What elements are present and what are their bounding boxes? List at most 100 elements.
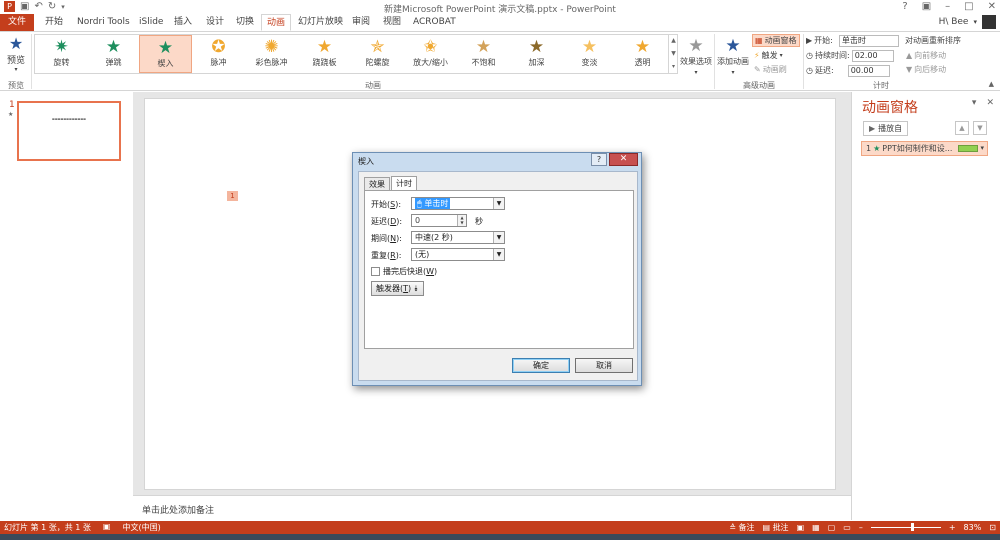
effect-wedge[interactable]: ★ 楔入 <box>139 35 192 73</box>
animation-order-tag[interactable]: 1 <box>227 191 238 201</box>
tab-review[interactable]: 审阅 <box>347 14 375 31</box>
timing-panel: 开始(S): 🖱 单击时 ▼ 延迟(D): 0 ▲ ▼ 秒 期间(N): 中速(2… <box>364 190 634 349</box>
delay-input[interactable]: 00.00 <box>847 64 890 77</box>
chevron-down-icon: ▼ <box>493 198 504 209</box>
tab-islide[interactable]: iSlide <box>134 14 168 31</box>
start-select[interactable]: 单击时 <box>838 34 899 47</box>
timing-delay-row: ◷ 延迟: 00.00 <box>806 64 890 77</box>
language-indicator[interactable]: 中文(中国) <box>122 522 160 533</box>
tab-slideshow[interactable]: 幻灯片放映 <box>293 14 348 31</box>
gallery-scrollbar[interactable]: ▲ ▼ ▾ <box>668 34 678 74</box>
effect-darken[interactable]: ★ 加深 <box>510 35 563 73</box>
reading-view-icon[interactable]: ▢ <box>828 523 836 532</box>
zoom-level[interactable]: 83% <box>964 523 982 532</box>
cancel-button[interactable]: 取消 <box>575 358 633 373</box>
slide-thumbnail[interactable]: ▬▬▬▬▬▬▬▬▬▬▬▬ <box>17 101 121 161</box>
scroll-up-icon[interactable]: ▲ <box>669 34 678 47</box>
effect-color-pulse[interactable]: ✺ 彩色脉冲 <box>245 35 298 73</box>
close-icon[interactable]: ✕ <box>988 1 996 12</box>
tab-design[interactable]: 设计 <box>201 14 229 31</box>
effect-teeter[interactable]: ★ 跷跷板 <box>298 35 351 73</box>
ok-button[interactable]: 确定 <box>512 358 570 373</box>
chevron-down-icon[interactable]: ▾ <box>980 142 984 155</box>
animation-painter-label: 动画刷 <box>762 65 787 74</box>
zoom-slider[interactable] <box>870 523 941 531</box>
effect-grow-shrink[interactable]: ✬ 放大/缩小 <box>404 35 457 73</box>
notes-pane[interactable]: 单击此处添加备注 <box>133 495 851 521</box>
effect-options-button[interactable]: ★ 效果选项 ▾ <box>679 35 713 76</box>
move-later-button[interactable]: ▼ 向后移动 <box>906 63 946 76</box>
effect-label: 跷跷板 <box>312 58 337 67</box>
tab-home[interactable]: 开始 <box>40 14 68 31</box>
add-animation-label: 添加动画 <box>717 57 749 66</box>
effect-bounce[interactable]: ★ 弹跳 <box>87 35 140 73</box>
collapse-ribbon-icon[interactable]: ▲ <box>989 80 994 88</box>
tab-nordri-tools[interactable]: Nordri Tools <box>72 14 135 31</box>
dialog-close-button[interactable]: ✕ <box>609 153 638 166</box>
bounce-icon: ★ <box>105 37 122 57</box>
period-select[interactable]: 中速(2 秒) ▼ <box>411 231 505 244</box>
fit-to-window-icon[interactable]: ⊡ <box>989 523 996 532</box>
gallery-more-icon[interactable]: ▾ <box>669 60 678 73</box>
arrow-down-icon: ▼ <box>977 124 983 132</box>
effect-transparency[interactable]: ★ 透明 <box>616 35 669 73</box>
checkbox-box[interactable] <box>371 267 380 276</box>
tab-transitions[interactable]: 切换 <box>231 14 259 31</box>
slideshow-view-icon[interactable]: ▭ <box>843 523 851 532</box>
close-icon[interactable]: ✕ <box>986 98 994 108</box>
delay-spinner[interactable]: 0 ▲ ▼ <box>411 214 467 227</box>
trigger-button[interactable]: ⚡ 触发 ▾ <box>754 49 783 62</box>
ribbon-display-icon[interactable]: ▣ <box>922 1 931 12</box>
effect-gyro[interactable]: ✯ 陀螺旋 <box>351 35 404 73</box>
maximize-icon[interactable]: □ <box>964 1 973 12</box>
tab-acrobat[interactable]: ACROBAT <box>408 14 461 31</box>
move-earlier-label: 向前移动 <box>914 51 947 60</box>
play-label: 播放自 <box>878 124 903 133</box>
chevron-down-icon[interactable]: ▾ <box>972 98 977 108</box>
spellcheck-icon[interactable]: ▣ <box>103 522 111 533</box>
rewind-checkbox[interactable]: 播完后快退(W) <box>371 266 437 277</box>
normal-view-icon[interactable]: ▣ <box>797 523 805 532</box>
move-up-button[interactable]: ▲ <box>955 121 969 135</box>
add-animation-button[interactable]: ★ 添加动画 ▾ <box>716 35 750 76</box>
zoom-out-icon[interactable]: – <box>859 523 863 532</box>
zoom-in-icon[interactable]: + <box>949 523 956 532</box>
slide-sorter-icon[interactable]: ▦ <box>812 523 820 532</box>
tab-view[interactable]: 视图 <box>378 14 406 31</box>
tab-insert[interactable]: 插入 <box>169 14 197 31</box>
spinner-arrows-icon[interactable]: ▲ ▼ <box>457 215 466 226</box>
play-from-button[interactable]: ▶ 播放自 <box>863 121 909 136</box>
period-access-key: N <box>390 234 397 243</box>
effect-pulse[interactable]: ✪ 脉冲 <box>192 35 245 73</box>
comments-button[interactable]: ▤ 批注 <box>762 522 788 533</box>
duration-input[interactable]: 02.00 <box>851 49 894 62</box>
scroll-down-icon[interactable]: ▼ <box>669 47 678 60</box>
animation-group-label: 动画 <box>365 81 381 90</box>
animation-list-item[interactable]: 1 ★ PPT如何制作和设... ▾ <box>861 141 988 156</box>
tab-animations[interactable]: 动画 <box>261 14 292 31</box>
effect-desaturate[interactable]: ★ 不饱和 <box>457 35 510 73</box>
notes-button[interactable]: ≙ 备注 <box>729 522 754 533</box>
user-account[interactable]: H\ Bee ▾ <box>939 15 996 29</box>
animation-pane-button[interactable]: ▦ 动画窗格 <box>752 34 800 47</box>
effect-lighten[interactable]: ★ 变淡 <box>563 35 616 73</box>
repeat-value: (无) <box>415 250 430 259</box>
repeat-select[interactable]: (无) ▼ <box>411 248 505 261</box>
duration-label: 持续时间: <box>814 51 850 60</box>
move-down-button[interactable]: ▼ <box>973 121 987 135</box>
tab-file[interactable]: 文件 <box>0 14 34 31</box>
zoom-slider-thumb[interactable] <box>911 523 914 531</box>
tab-effect[interactable]: 效果 <box>364 177 390 191</box>
start-select[interactable]: 🖱 单击时 ▼ <box>411 197 505 210</box>
arrow-up-icon: ▲ <box>906 51 913 60</box>
preview-button[interactable]: ★ 预览 ▾ <box>3 35 29 75</box>
animation-painter-button[interactable]: ✎ 动画刷 <box>754 63 787 76</box>
os-taskbar <box>0 534 1000 540</box>
effect-spin[interactable]: 旋转 ✷ 旋转 <box>35 35 88 73</box>
minimize-icon[interactable]: – <box>945 1 950 12</box>
move-earlier-button[interactable]: ▲ 向前移动 <box>906 49 946 62</box>
triggers-button[interactable]: 触发器(T) ⯯ <box>371 281 424 296</box>
dialog-help-button[interactable]: ? <box>591 153 607 166</box>
tab-timing[interactable]: 计时 <box>391 176 417 191</box>
help-icon[interactable]: ? <box>902 1 907 12</box>
